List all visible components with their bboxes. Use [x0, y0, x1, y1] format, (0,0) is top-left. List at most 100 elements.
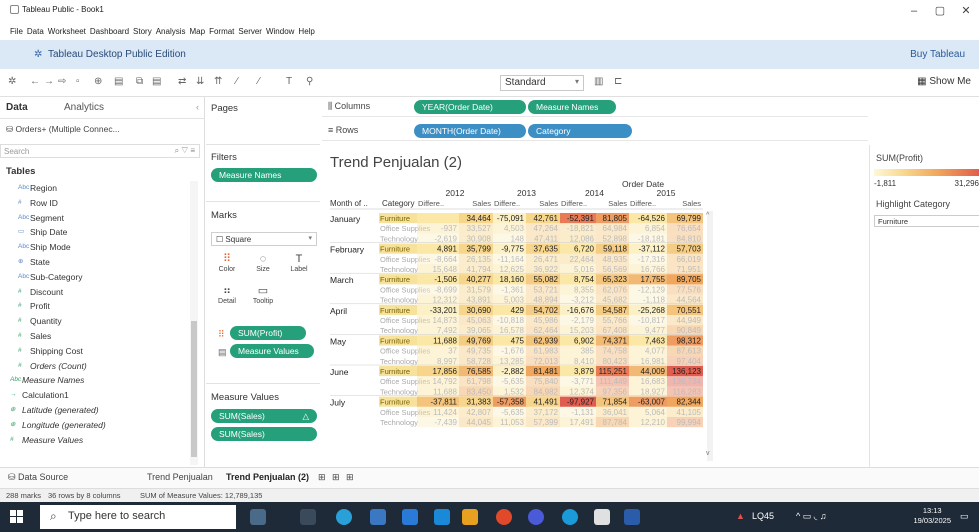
meet-icon[interactable] [528, 509, 544, 525]
mark-type-dropdown[interactable]: ☐ Square ▾ [211, 232, 317, 246]
scrollbar-thumb[interactable] [191, 321, 197, 457]
new-worksheet-tab-icon[interactable]: ⊞ [318, 472, 326, 483]
people-icon[interactable] [462, 509, 478, 525]
field-item[interactable]: ⊕ Latitude (generated) [0, 403, 200, 418]
field-item[interactable]: # Measure Values [0, 433, 200, 448]
redo-icon[interactable]: → [44, 76, 54, 87]
menu-worksheet[interactable]: Worksheet [48, 27, 86, 36]
tab-data[interactable]: Data [6, 102, 28, 113]
datasource-name[interactable]: ⛁ Orders+ (Multiple Connec... [6, 124, 120, 135]
field-item[interactable]: ⊕ Longitude (generated) [0, 418, 200, 433]
sort-desc-icon[interactable]: ⇈ [214, 76, 222, 87]
highlight-icon[interactable]: ∕ [236, 76, 238, 87]
field-item[interactable]: ⊕ State [0, 255, 200, 270]
sort-asc-icon[interactable]: ⇊ [196, 76, 204, 87]
columns-shelf[interactable]: ⫼ Columns YEAR(Order Date) Measure Names [322, 97, 868, 117]
measure-value-pill-sales-1[interactable]: SUM(Sales) △ [211, 409, 317, 423]
labels-icon[interactable]: T [286, 76, 292, 87]
notifications-icon[interactable]: ▭ [960, 511, 969, 522]
new-dashboard-tab-icon[interactable]: ⊞ [332, 472, 340, 483]
label-mark-button[interactable]: T Label [284, 252, 314, 280]
show-me-button[interactable]: ▦ Show Me [917, 76, 971, 87]
field-item[interactable]: # Quantity [0, 314, 200, 329]
search-filter-icons[interactable]: ⌕ ▽ ≡ [175, 146, 195, 156]
close-button[interactable]: ✕ [954, 2, 978, 20]
grid-app-icon[interactable] [594, 509, 610, 525]
save-icon[interactable]: ▫ [76, 76, 80, 87]
field-item[interactable]: # Profit [0, 299, 200, 314]
color-pill-sum-profit[interactable]: SUM(Profit) [230, 326, 306, 340]
filter-pill-measure-names[interactable]: Measure Names [211, 168, 317, 182]
tableau-taskbar-icon[interactable] [434, 509, 450, 525]
menu-data[interactable]: Data [27, 27, 44, 36]
menu-window[interactable]: Window [266, 27, 294, 36]
field-list-scrollbar[interactable] [190, 181, 198, 465]
color-legend-gradient[interactable] [874, 169, 979, 176]
collapse-pane-icon[interactable]: ‹ [196, 102, 199, 112]
menu-file[interactable]: File [10, 27, 23, 36]
add-datasource-icon[interactable]: ⊕ [94, 76, 102, 87]
rows-shelf[interactable]: ≡ Rows MONTH(Order Date) Category [322, 121, 868, 141]
menu-analysis[interactable]: Analysis [156, 27, 186, 36]
system-tray-icons[interactable]: ^ ▭ ◟ ♫ [796, 511, 826, 522]
clock[interactable]: 13:13 19/03/2025 [913, 506, 951, 526]
windows-start-icon[interactable] [10, 510, 24, 524]
field-item[interactable]: # Discount [0, 285, 200, 300]
bird-widget-icon[interactable] [250, 509, 266, 525]
menu-format[interactable]: Format [209, 27, 234, 36]
rows-pill-category[interactable]: Category [528, 124, 632, 138]
app-icon[interactable] [562, 509, 578, 525]
clear-sheet-icon[interactable]: ▤ [152, 76, 161, 87]
field-item[interactable]: Abc Sub-Category [0, 270, 200, 285]
new-worksheet-icon[interactable]: ▤ [114, 76, 123, 87]
file-explorer-icon[interactable] [370, 509, 386, 525]
text-pill-measure-values[interactable]: Measure Values [230, 344, 314, 358]
share-icon[interactable]: ⊏ [614, 76, 622, 87]
minimize-button[interactable]: – [902, 2, 926, 20]
new-story-tab-icon[interactable]: ⊞ [346, 472, 354, 483]
measure-value-pill-sales-2[interactable]: SUM(Sales) [211, 427, 317, 441]
tab-analytics[interactable]: Analytics [64, 102, 104, 113]
size-mark-button[interactable]: ◌ Size [248, 252, 278, 280]
field-item[interactable]: # Row ID [0, 196, 200, 211]
heatmap-table[interactable]: Order Date2012Differe.. Sales2013Differe.… [322, 145, 868, 467]
field-item[interactable]: → Calculation1 [0, 388, 200, 403]
tableau-home-icon[interactable]: ✲ [8, 76, 16, 87]
fit-dropdown[interactable]: Standard ▾ [500, 75, 584, 91]
buy-tableau-link[interactable]: Buy Tableau [910, 49, 965, 60]
task-view-icon[interactable] [300, 509, 316, 525]
field-item[interactable]: # Sales [0, 329, 200, 344]
field-item[interactable]: # Orders (Count) [0, 359, 200, 374]
columns-pill-year[interactable]: YEAR(Order Date) [414, 100, 526, 114]
field-item[interactable]: ▭ Ship Date [0, 225, 200, 240]
menu-help[interactable]: Help [298, 27, 314, 36]
columns-pill-measure-names[interactable]: Measure Names [528, 100, 616, 114]
field-item[interactable]: Abc Measure Names [0, 373, 200, 388]
tab-trend-penjualan-2[interactable]: Trend Penjualan (2) [226, 472, 309, 482]
tab-trend-penjualan[interactable]: Trend Penjualan [147, 472, 213, 482]
field-item[interactable]: Abc Segment [0, 211, 200, 226]
highlight-category-select[interactable]: Furniture [874, 215, 979, 227]
pin-icon[interactable]: ⚲ [306, 76, 313, 87]
group-icon[interactable]: ⁄ [258, 76, 260, 87]
tooltip-mark-button[interactable]: ▭ Tooltip [248, 284, 278, 312]
field-item[interactable]: # Shipping Cost [0, 344, 200, 359]
field-item[interactable]: Abc Ship Mode [0, 240, 200, 255]
edge-browser-icon[interactable] [336, 509, 352, 525]
field-item[interactable]: Abc Region [0, 181, 200, 196]
menu-story[interactable]: Story [133, 27, 152, 36]
undo-icon[interactable]: ← [30, 76, 40, 87]
field-search-input[interactable]: Search ⌕ ▽ ≡ [0, 144, 200, 158]
menu-map[interactable]: Map [190, 27, 206, 36]
presentation-icon[interactable]: ▥ [594, 76, 603, 87]
rows-pill-month[interactable]: MONTH(Order Date) [414, 124, 526, 138]
maximize-button[interactable]: ▢ [928, 2, 952, 20]
taskbar-search-input[interactable]: ⌕ Type here to search [40, 505, 236, 529]
store-icon[interactable] [402, 509, 418, 525]
stock-ticker[interactable]: LQ45 [752, 511, 774, 521]
tab-data-source[interactable]: ⛁ Data Source [8, 472, 68, 483]
swap-icon[interactable]: ⇄ [178, 76, 186, 87]
new-datasource-icon[interactable]: ⇨ [58, 76, 66, 87]
chrome-icon[interactable] [496, 509, 512, 525]
color-mark-button[interactable]: ⠿ Color [212, 252, 242, 280]
